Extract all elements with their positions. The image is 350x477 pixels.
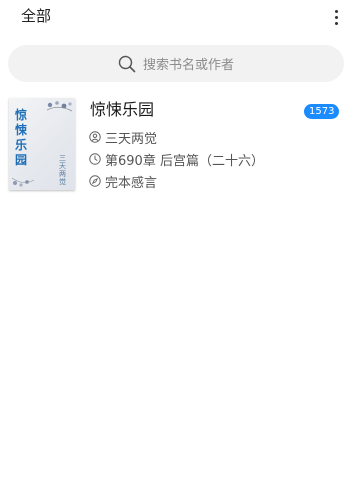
cover-flower-decoration-bottom bbox=[11, 177, 35, 187]
clock-icon bbox=[89, 153, 101, 165]
book-author-row: 三天两觉 bbox=[89, 128, 158, 147]
latest-chapter: 第690章 后宫篇（二十六） bbox=[105, 153, 264, 169]
cover-author: 三天两觉 bbox=[59, 154, 66, 186]
book-list-item[interactable]: 惊悚乐园 三天两觉 惊悚乐园 1573 三天两觉 第690章 后宫篇（二十六） … bbox=[0, 94, 350, 198]
more-vertical-icon bbox=[334, 9, 338, 13]
book-status-row: 完本感言 bbox=[89, 172, 158, 191]
book-author: 三天两觉 bbox=[105, 131, 158, 147]
latest-chapter-row: 第690章 后宫篇（二十六） bbox=[89, 150, 264, 169]
top-bar: 全部 bbox=[0, 0, 350, 36]
bookshelf-screen: 全部 搜索书名或作者 惊悚乐园 三天两觉 惊悚乐园 1573 三天两觉 第690… bbox=[0, 0, 350, 477]
user-icon bbox=[89, 131, 101, 143]
unread-count-badge: 1573 bbox=[304, 104, 340, 119]
cover-title: 惊悚乐园 bbox=[15, 108, 28, 167]
search-placeholder: 搜索书名或作者 bbox=[142, 58, 234, 73]
compass-icon bbox=[89, 175, 101, 187]
book-title: 惊悚乐园 bbox=[90, 100, 155, 119]
search-icon bbox=[118, 55, 136, 72]
book-cover[interactable]: 惊悚乐园 三天两觉 bbox=[9, 98, 75, 190]
search-bar[interactable]: 搜索书名或作者 bbox=[8, 45, 344, 82]
cover-flower-decoration bbox=[46, 101, 73, 112]
more-menu-button[interactable] bbox=[322, 4, 350, 30]
group-title[interactable]: 全部 bbox=[21, 6, 51, 26]
book-status: 完本感言 bbox=[105, 175, 158, 191]
